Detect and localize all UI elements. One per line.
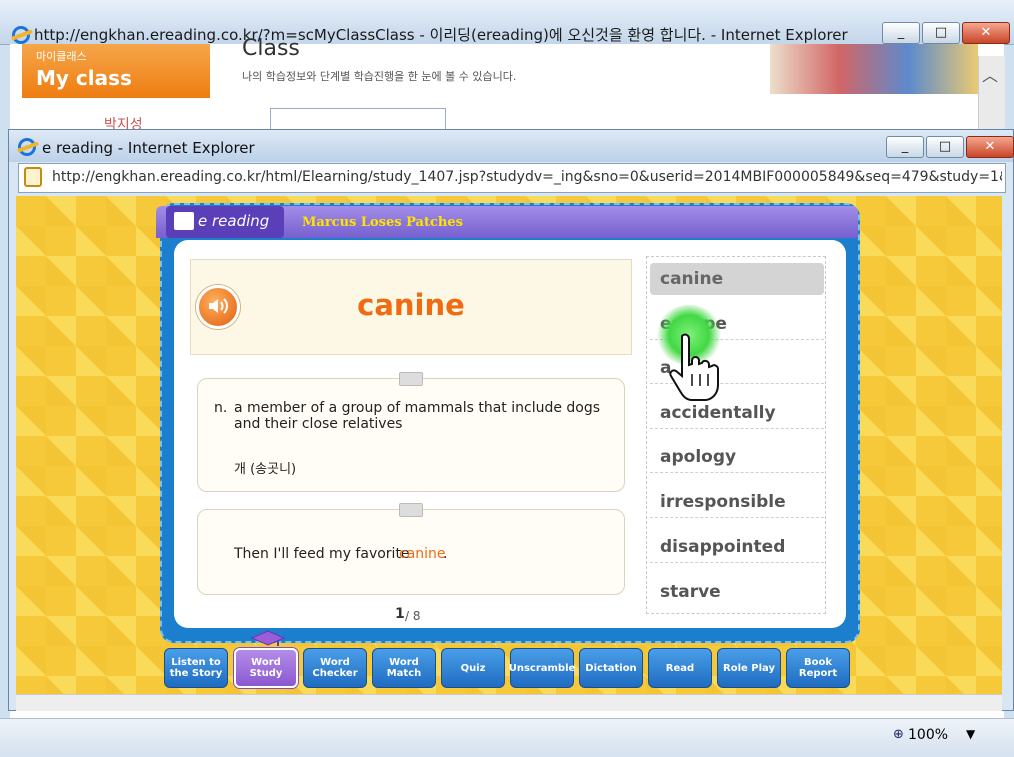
tab-word-match[interactable]: Word Match — [372, 648, 436, 688]
popup-minimize-button[interactable]: _ — [886, 136, 924, 158]
books-banner-image — [770, 44, 978, 94]
status-bar — [0, 718, 1014, 757]
page-current: 1 — [395, 606, 405, 622]
word-list-item[interactable]: starve — [650, 576, 824, 608]
tab-word-checker[interactable]: Word Checker — [303, 648, 367, 688]
definition-text: a member of a group of mammals that incl… — [234, 400, 601, 432]
card-clip — [399, 503, 423, 517]
tab-dictation[interactable]: Dictation — [579, 648, 643, 688]
popup-close-button[interactable]: ✕ — [966, 136, 1014, 158]
card-clip — [399, 372, 423, 386]
maximize-button[interactable]: □ — [922, 22, 960, 44]
tab-unscramble[interactable]: Unscramble — [509, 648, 575, 688]
word-list-item[interactable]: irresponsible — [650, 486, 824, 518]
tab-book-report[interactable]: Book Report — [786, 648, 850, 688]
word-list-item[interactable]: canine — [650, 263, 824, 295]
ereading-logo-text: e reading — [198, 212, 270, 230]
example-highlight-word: canine — [399, 546, 446, 562]
page-description: 나의 학습정보와 단계별 학습진행을 한 눈에 볼 수 있습니다. — [242, 70, 517, 83]
tab-quiz[interactable]: Quiz — [441, 648, 505, 688]
lesson-title: Marcus Loses Patches — [302, 215, 463, 230]
popup-maximize-button[interactable]: □ — [926, 136, 964, 158]
zoom-dropdown-icon[interactable]: ▼ — [966, 727, 975, 741]
internet-explorer-icon — [18, 138, 36, 156]
tab-read[interactable]: Read — [648, 648, 712, 688]
zoom-level[interactable]: 100% — [908, 727, 948, 743]
part-of-speech: n. — [214, 400, 228, 416]
tab-word-study[interactable]: Word Study — [234, 648, 298, 688]
page-icon — [24, 167, 42, 187]
word-list-item[interactable]: disappointed — [650, 531, 824, 563]
page-heading: Class — [242, 36, 300, 61]
internet-explorer-icon — [12, 26, 30, 44]
zoom-icon[interactable]: ⊕ — [893, 727, 904, 742]
scroll-up-icon[interactable]: ︿ — [982, 62, 998, 86]
study-word: canine — [357, 288, 465, 322]
example-sentence-end: . — [443, 546, 448, 562]
myclass-subtitle: 마이클래스 — [36, 50, 87, 63]
horizontal-scrollbar[interactable] — [16, 694, 1002, 711]
minimize-button[interactable]: _ — [882, 22, 920, 44]
tab-listen-to-the-story[interactable]: Listen to the Story — [164, 648, 228, 688]
korean-meaning: 개 (송곳니) — [234, 462, 297, 477]
popup-window-title: e reading - Internet Explorer — [42, 139, 255, 157]
word-list-item[interactable]: apology — [650, 441, 824, 473]
book-icon — [174, 212, 194, 230]
page-total: / 8 — [405, 609, 421, 623]
example-sentence: Then I'll feed my favorite — [234, 546, 410, 562]
background-window-title: http://engkhan.ereading.co.kr/?m=scMyCla… — [34, 26, 848, 44]
hand-cursor-icon — [669, 333, 719, 401]
graduation-hat-icon — [250, 630, 286, 646]
tab-role-play[interactable]: Role Play — [717, 648, 781, 688]
address-text[interactable]: http://engkhan.ereading.co.kr/html/Elear… — [52, 169, 1002, 185]
close-button[interactable]: ✕ — [962, 22, 1010, 44]
myclass-title: My class — [36, 66, 132, 90]
